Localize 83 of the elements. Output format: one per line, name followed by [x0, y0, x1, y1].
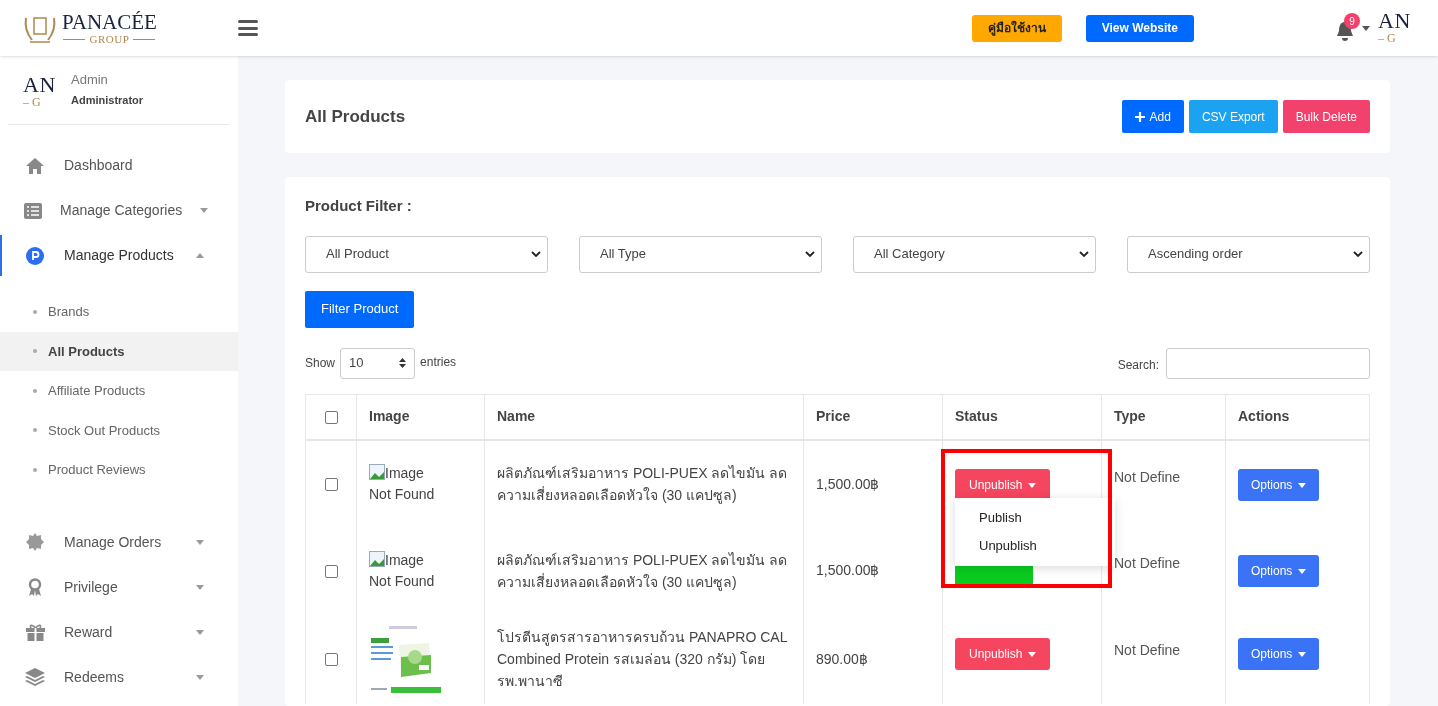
list-icon [24, 202, 42, 219]
product-name: ผลิตภัณฑ์เสริมอาหาร POLI-PUEX ลดไขมัน ลดความเสี่ยงหลอดเลือดหัวใจ (30 แคปซูล) [484, 527, 804, 614]
menu-icon[interactable] [238, 19, 258, 37]
home-icon [25, 156, 45, 175]
filter-button[interactable]: Filter Product [305, 290, 415, 328]
user-avatar: AN – G [23, 74, 57, 111]
submenu-item[interactable]: Product Reviews [0, 450, 238, 490]
layers-icon [25, 668, 45, 686]
submenu-item[interactable]: Stock Out Products [0, 410, 238, 450]
filter-select[interactable]: Ascending order [1127, 235, 1370, 273]
sidebar-item[interactable]: Dashboard [0, 143, 238, 188]
entries-label: entries [420, 353, 457, 371]
notification-button[interactable]: 9 [1336, 15, 1362, 41]
plus-icon [1134, 111, 1145, 122]
broken-image-alt-text: Image Not Found [369, 463, 436, 504]
page-title: All Products [305, 105, 407, 128]
company-logo[interactable]: PANACÉE GROUP [22, 11, 238, 45]
filter-title: Product Filter : [305, 196, 413, 216]
broken-image-alt-text: Image Not Found [369, 549, 436, 591]
award-icon [27, 577, 43, 597]
price: 890.00฿ [803, 614, 943, 704]
website-button[interactable]: View Website [1085, 14, 1194, 42]
chevron-down-icon [1353, 251, 1363, 257]
broken-image-icon [369, 464, 385, 480]
sidebar-item[interactable]: Privilege [0, 564, 238, 610]
search-label: Search: [1117, 356, 1159, 374]
product-name: ผลิตภัณฑ์เสริมอาหาร POLI-PUEX ลดไขมัน ลดความเสี่ยงหลอดเลือดหัวใจ (30 แคปซูล) [484, 440, 804, 527]
submenu-item[interactable]: All Products [0, 331, 238, 371]
sidebar-item[interactable]: Redeems [0, 654, 238, 700]
caret-icon [1362, 25, 1370, 31]
checkbox[interactable] [324, 478, 338, 492]
sort-arrows-icon [399, 358, 407, 368]
column-header: Type [1101, 394, 1226, 440]
checkbox[interactable] [324, 653, 338, 667]
user-name: Admin [71, 71, 109, 89]
logo-subtext: GROUP [89, 33, 130, 45]
entries-select[interactable]: 10 [340, 347, 416, 379]
price: 1,500.00฿ [803, 527, 943, 614]
status-button[interactable]: Unpublish [955, 469, 1051, 501]
column-header: Actions [1225, 394, 1370, 440]
caret-icon [1028, 482, 1037, 488]
options-button[interactable]: Options [1238, 555, 1320, 587]
manual-button[interactable]: คู่มือใช้งาน [971, 14, 1062, 42]
sidebar-item[interactable]: Manage Products [0, 233, 238, 278]
product-type: Not Define [1101, 614, 1226, 704]
chevron-down-icon [531, 251, 541, 257]
price: 1,500.00฿ [803, 440, 943, 527]
product-name: โปรตีนสูตรสารอาหารครบถ้วน PANAPRO CAL Combined Protein รสเมล่อน (320 กรัม) โดย รพ.พานาซี [484, 614, 804, 704]
user-avatar[interactable]: AN – G [1378, 10, 1416, 46]
checkbox[interactable] [324, 411, 338, 425]
chevron-down-icon [1079, 251, 1089, 257]
sidebar-item[interactable]: Reward [0, 609, 238, 655]
column-header: Status [942, 394, 1102, 440]
sidebar-item[interactable]: Manage Orders [0, 519, 238, 565]
checkbox[interactable] [324, 564, 338, 578]
submenu-item[interactable]: Brands [0, 292, 238, 332]
column-header: Price [803, 394, 943, 440]
status-button[interactable]: Unpublish [955, 638, 1051, 670]
delete-button[interactable]: Bulk Delete [1282, 100, 1370, 133]
search-field[interactable] [1166, 347, 1370, 379]
filter-select[interactable]: All Product [305, 235, 548, 273]
filter-select[interactable]: All Category [853, 235, 1096, 273]
caret-icon [1298, 651, 1307, 657]
user-role: Administrator [71, 93, 144, 108]
p-circle-icon [26, 246, 44, 265]
gift-icon [25, 623, 45, 641]
show-label: Show [305, 355, 336, 372]
broken-image-icon [369, 550, 385, 567]
submenu-item[interactable]: Affiliate Products [0, 371, 238, 411]
chevron-down-icon [805, 251, 815, 257]
notification-badge: 9 [1344, 13, 1360, 29]
filter-select[interactable]: All Type [579, 235, 822, 273]
options-button[interactable]: Options [1238, 469, 1320, 501]
caret-icon [1028, 651, 1037, 657]
caret-icon [1298, 482, 1307, 488]
add-button[interactable]: Add [1121, 100, 1184, 133]
sidebar-item[interactable]: Manage Categories [0, 188, 238, 233]
caret-icon [1298, 568, 1307, 574]
column-header: Image [356, 394, 485, 440]
seal-icon [26, 533, 44, 551]
options-button[interactable]: Options [1238, 638, 1320, 670]
logo-text: PANACÉE [62, 11, 157, 33]
column-header: Name [484, 394, 804, 440]
